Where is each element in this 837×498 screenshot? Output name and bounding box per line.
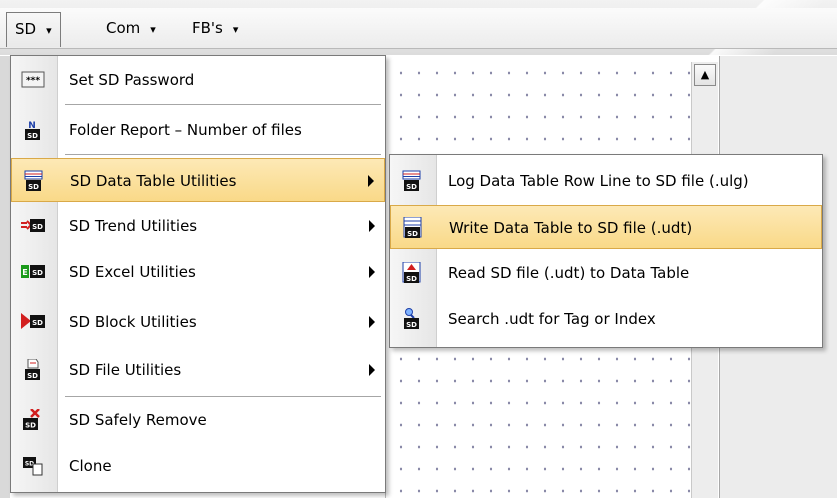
submenu-item-label: Search .udt for Tag or Index (448, 310, 656, 328)
log-row-icon: SD (402, 170, 421, 191)
submenu-item-read-table[interactable]: SD Read SD file (.udt) to Data Table (390, 251, 822, 295)
svg-text:SD: SD (25, 422, 36, 430)
menu-separator (65, 396, 381, 397)
menu-fbs-label: FB's (192, 19, 223, 37)
menu-item-label: SD File Utilities (69, 361, 182, 379)
svg-text:SD: SD (27, 132, 38, 140)
folder-report-icon: N SD (25, 121, 40, 140)
svg-text:E: E (22, 268, 27, 277)
svg-text:SD: SD (406, 275, 417, 283)
submenu-arrow-icon (369, 220, 375, 232)
menu-item-label: SD Safely Remove (69, 411, 207, 429)
svg-text:SD: SD (32, 319, 43, 327)
svg-text:***: *** (26, 76, 40, 86)
menu-item-sd-block-utilities[interactable]: SD SD Block Utilities (11, 300, 385, 344)
submenu-item-label: Log Data Table Row Line to SD file (.ulg… (448, 172, 749, 190)
file-icon: SD (25, 359, 40, 380)
write-table-icon: SD (403, 217, 422, 238)
menu-com[interactable]: Com ▾ (98, 12, 164, 44)
chevron-down-icon: ▾ (232, 23, 239, 36)
clone-icon: SD (23, 457, 43, 476)
menu-com-label: Com (106, 19, 141, 37)
submenu-arrow-icon (369, 316, 375, 328)
block-icon: SD (21, 313, 45, 329)
menu-item-set-sd-password[interactable]: *** Set SD Password (11, 58, 385, 102)
menu-item-label: Clone (69, 457, 112, 475)
menu-sd-label: SD (15, 20, 37, 38)
menu-item-clone[interactable]: SD Clone (11, 444, 385, 488)
read-table-icon: SD (402, 262, 421, 283)
menu-bar: SD ▾ Com ▾ FB's ▾ (0, 8, 837, 49)
svg-text:SD: SD (32, 269, 43, 277)
menu-fbs[interactable]: FB's ▾ (184, 12, 246, 44)
submenu-arrow-icon (368, 175, 374, 187)
menu-item-sd-excel-utilities[interactable]: E SD SD Excel Utilities (11, 250, 385, 294)
data-table-icon: SD (24, 170, 43, 191)
menu-item-sd-trend-utilities[interactable]: SD SD Trend Utilities (11, 204, 385, 248)
submenu-item-label: Write Data Table to SD file (.udt) (449, 219, 693, 237)
menu-item-sd-file-utilities[interactable]: SD SD File Utilities (11, 348, 385, 392)
svg-text:SD: SD (406, 321, 417, 329)
sd-dropdown-menu: *** Set SD Password N SD Folder Report –… (10, 55, 386, 493)
submenu-arrow-icon (369, 266, 375, 278)
menu-item-label: SD Trend Utilities (69, 217, 198, 235)
submenu-arrow-icon (369, 364, 375, 376)
svg-text:SD: SD (406, 183, 417, 191)
left-toolbar-strip (0, 56, 10, 498)
menu-item-label: Set SD Password (69, 71, 195, 89)
menu-item-sd-data-table-utilities[interactable]: SD SD Data Table Utilities (11, 158, 385, 202)
menu-separator (65, 104, 381, 105)
svg-text:SD: SD (27, 372, 38, 380)
excel-icon: E SD (21, 265, 45, 278)
svg-text:SD: SD (28, 183, 39, 191)
menu-sd[interactable]: SD ▾ (6, 12, 61, 47)
submenu-item-write-table[interactable]: SD Write Data Table to SD file (.udt) (390, 205, 822, 249)
svg-text:SD: SD (32, 223, 43, 231)
menu-separator (65, 154, 381, 155)
safely-remove-icon: SD (23, 409, 40, 430)
trend-icon: SD (21, 219, 45, 232)
menu-item-folder-report[interactable]: N SD Folder Report – Number of files (11, 108, 385, 152)
password-icon: *** (21, 71, 45, 88)
submenu-item-log-row[interactable]: SD Log Data Table Row Line to SD file (.… (390, 159, 822, 203)
menu-item-label: Folder Report – Number of files (69, 121, 302, 139)
menu-item-label: SD Excel Utilities (69, 263, 196, 281)
chevron-down-icon: ▾ (150, 23, 156, 36)
menu-item-sd-safely-remove[interactable]: SD SD Safely Remove (11, 398, 385, 442)
svg-text:SD: SD (407, 230, 418, 238)
menu-item-label: SD Data Table Utilities (70, 172, 237, 190)
menu-item-label: SD Block Utilities (69, 313, 197, 331)
scroll-up-arrow-icon[interactable]: ▲ (694, 64, 716, 86)
submenu-item-label: Read SD file (.udt) to Data Table (448, 264, 690, 282)
data-table-submenu: SD Log Data Table Row Line to SD file (.… (389, 154, 823, 348)
chevron-down-icon: ▾ (46, 24, 52, 37)
submenu-item-search-udt[interactable]: SD Search .udt for Tag or Index (390, 297, 822, 341)
search-udt-icon: SD (404, 308, 419, 329)
